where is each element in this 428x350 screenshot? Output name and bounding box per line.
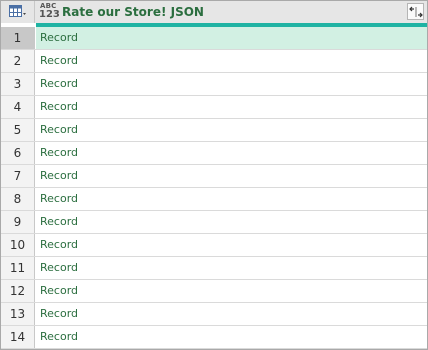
record-cell[interactable]: Record — [36, 119, 427, 141]
table-row[interactable]: 9 Record — [1, 211, 427, 234]
column-header-bar: ABC 123 Rate our Store! JSON — [1, 1, 427, 23]
row-number[interactable]: 11 — [1, 257, 35, 279]
any-type-icon[interactable]: ABC 123 — [39, 3, 60, 21]
table-menu-button[interactable] — [1, 1, 35, 23]
expand-column-button[interactable] — [407, 3, 424, 20]
row-number[interactable]: 6 — [1, 142, 35, 164]
row-number[interactable]: 1 — [1, 27, 35, 49]
record-cell[interactable]: Record — [36, 303, 427, 325]
table-row[interactable]: 11 Record — [1, 257, 427, 280]
table-row[interactable]: 14 Record — [1, 326, 427, 349]
table-row[interactable]: 5 Record — [1, 119, 427, 142]
row-number[interactable]: 7 — [1, 165, 35, 187]
row-number[interactable]: 9 — [1, 211, 35, 233]
table-row[interactable]: 10 Record — [1, 234, 427, 257]
column-title[interactable]: Rate our Store! JSON — [62, 4, 204, 20]
table-row[interactable]: 7 Record — [1, 165, 427, 188]
table-menu-icon — [9, 5, 26, 17]
rows-container: 1 Record 2 Record 3 Record 4 Record 5 Record 6 Reco… — [1, 27, 427, 349]
row-number[interactable]: 5 — [1, 119, 35, 141]
record-cell[interactable]: Record — [36, 257, 427, 279]
record-cell[interactable]: Record — [36, 96, 427, 118]
row-number[interactable]: 8 — [1, 188, 35, 210]
record-cell[interactable]: Record — [36, 280, 427, 302]
record-cell[interactable]: Record — [36, 142, 427, 164]
record-cell[interactable]: Record — [36, 165, 427, 187]
row-number[interactable]: 12 — [1, 280, 35, 302]
table-row[interactable]: 1 Record — [1, 27, 427, 50]
table-row[interactable]: 4 Record — [1, 96, 427, 119]
table-row[interactable]: 3 Record — [1, 73, 427, 96]
table-row[interactable]: 12 Record — [1, 280, 427, 303]
row-number[interactable]: 3 — [1, 73, 35, 95]
record-cell[interactable]: Record — [36, 50, 427, 72]
row-number[interactable]: 14 — [1, 326, 35, 348]
row-number[interactable]: 13 — [1, 303, 35, 325]
table-row[interactable]: 8 Record — [1, 188, 427, 211]
row-number[interactable]: 4 — [1, 96, 35, 118]
row-number[interactable]: 10 — [1, 234, 35, 256]
row-number[interactable]: 2 — [1, 50, 35, 72]
expand-columns-icon — [409, 6, 423, 18]
data-grid: ABC 123 Rate our Store! JSON 1 Record 2 Rec… — [0, 0, 428, 350]
table-row[interactable]: 6 Record — [1, 142, 427, 165]
record-cell[interactable]: Record — [36, 211, 427, 233]
record-cell[interactable]: Record — [36, 27, 427, 49]
record-cell[interactable]: Record — [36, 234, 427, 256]
record-cell[interactable]: Record — [36, 73, 427, 95]
table-row[interactable]: 13 Record — [1, 303, 427, 326]
table-row[interactable]: 2 Record — [1, 50, 427, 73]
record-cell[interactable]: Record — [36, 188, 427, 210]
record-cell[interactable]: Record — [36, 326, 427, 348]
